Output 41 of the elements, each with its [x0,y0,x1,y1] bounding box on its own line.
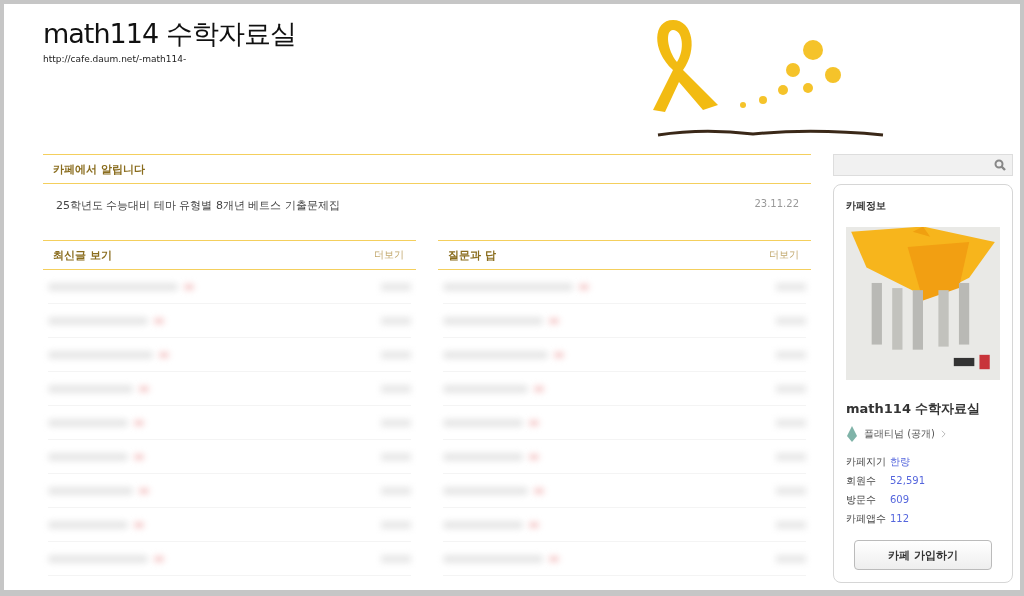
blurred-badge [139,487,149,494]
stat-value: 한량 [890,454,910,469]
cafe-title[interactable]: math114 수학자료실 [43,16,643,52]
blurred-badge [529,419,539,426]
section-title: 카페에서 알립니다 [53,161,145,177]
stat-value: 609 [890,494,910,505]
stat-value: 52,591 [890,475,925,486]
blurred-badge [579,283,589,290]
notice-link[interactable]: 25학년도 수능대비 테마 유형별 8개년 베트스 기출문제집 [56,198,340,226]
blurred-badge [549,555,559,562]
chevron-right-icon [941,430,946,438]
stat-label: 방문수 [846,492,877,507]
notice-date: 23.11.22 [754,198,799,211]
search-field[interactable] [833,154,1013,176]
stat-label: 카페앱수 [846,511,887,526]
stat-label: 카페지기 [846,454,887,469]
blurred-badge [534,487,544,494]
blurred-badge [134,453,144,460]
blurred-badge [554,351,564,358]
cafe-url: http://cafe.daum.net/-math114- [43,54,188,64]
blurred-badge [549,317,559,324]
crystal-icon [846,426,858,442]
section-title: 최신글 보기 [53,247,112,263]
blurred-badge [534,385,544,392]
join-button[interactable]: 카페 가입하기 [854,540,992,570]
blurred-badge [159,351,169,358]
blurred-badge [184,283,194,290]
blurred-badge [529,453,539,460]
blurred-badge [139,385,149,392]
stat-value: 112 [890,513,910,524]
blurred-badge [529,521,539,528]
blurred-badge [154,555,164,562]
blurred-badge [134,419,144,426]
cafe-name: math114 수학자료실 [846,400,982,418]
stat-label: 회원수 [846,473,877,488]
blurred-badge [134,521,144,528]
search-icon[interactable] [994,159,1006,171]
blurred-badge [154,317,164,324]
grade-link[interactable]: 플래티넘 (공개) [864,427,935,441]
section-title: 질문과 답 [448,247,496,263]
panel-heading: 카페정보 [846,199,887,213]
